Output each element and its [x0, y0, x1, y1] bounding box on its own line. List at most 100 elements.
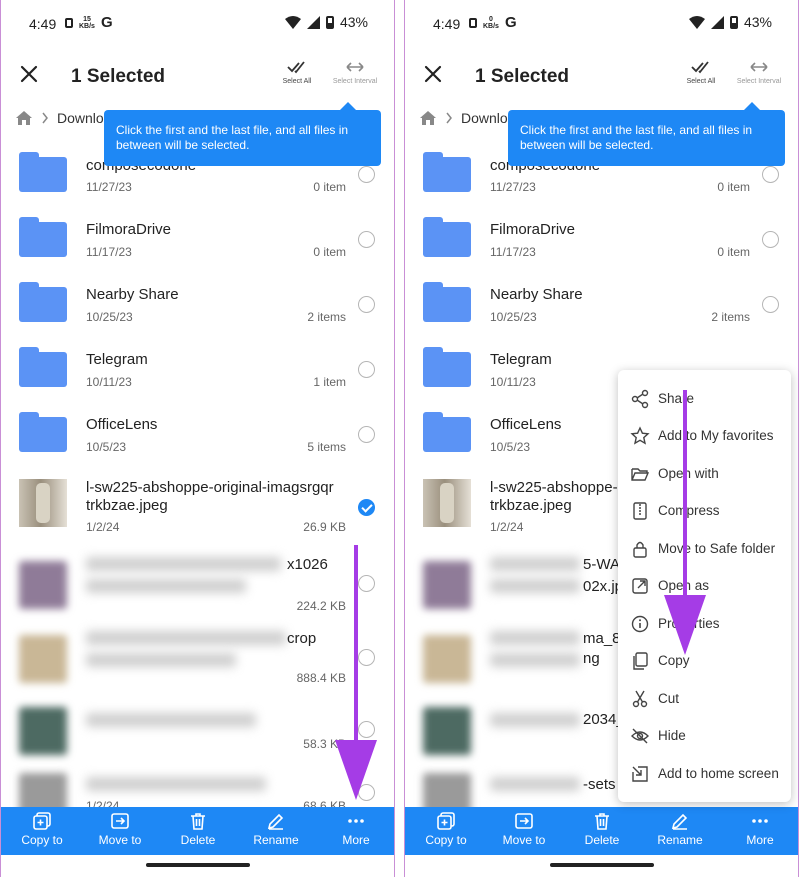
signal-icon: [306, 15, 320, 29]
interval-arrows-icon: [750, 62, 768, 72]
select-checkbox[interactable]: [358, 361, 375, 378]
list-item[interactable]: Nearby Share 10/25/23 2 items: [405, 272, 798, 337]
sim-icon: [469, 17, 477, 28]
open-external-icon: [632, 577, 648, 594]
list-item[interactable]: FilmoraDrive 11/17/23 0 item: [1, 207, 394, 272]
selection-toolbar: 1 Selected Select All Select Interval: [1, 56, 394, 100]
file-date: 11/17/23: [490, 245, 536, 259]
status-right: 43%: [688, 14, 772, 30]
file-size: 5 items: [307, 440, 346, 454]
home-indicator: [146, 863, 250, 867]
more-button[interactable]: More: [317, 811, 394, 847]
home-icon[interactable]: [419, 110, 437, 126]
file-name-line2: trkbzae.jpeg: [490, 497, 572, 514]
rename-label: Rename: [253, 833, 299, 847]
move-to-button[interactable]: Move to: [81, 811, 159, 847]
move-to-icon: [515, 813, 533, 829]
close-icon[interactable]: [15, 60, 43, 88]
select-checkbox[interactable]: [762, 231, 779, 248]
status-icons: 0 KB/s G: [469, 14, 517, 31]
copy-to-button[interactable]: Copy to: [407, 811, 485, 847]
select-checkbox[interactable]: [762, 296, 779, 313]
select-all-button[interactable]: Select All: [267, 60, 327, 85]
selection-count-title: 1 Selected: [71, 66, 165, 87]
bottom-action-bar: Copy to Move to Delete Rename More: [405, 807, 798, 855]
file-name: OfficeLens: [86, 416, 158, 433]
file-name-line1: l-sw225-abshoppe-: [490, 479, 618, 496]
file-name-fragment: ma_8: [583, 630, 621, 647]
star-icon: [630, 425, 650, 445]
menu-item-cut[interactable]: Cut: [618, 680, 791, 717]
menu-item-add-home-screen[interactable]: Add to home screen: [618, 755, 791, 792]
double-check-icon: [287, 61, 305, 74]
select-checkbox-checked[interactable]: [358, 499, 375, 516]
blurred-name: [490, 777, 580, 791]
file-date: 1/2/24: [86, 520, 120, 534]
home-icon[interactable]: [15, 110, 33, 126]
battery-icon: [729, 15, 738, 29]
copy-to-icon: [33, 812, 51, 830]
list-item[interactable]: Nearby Share 10/25/23 2 items: [1, 272, 394, 337]
image-thumbnail: [19, 635, 67, 683]
rename-button[interactable]: Rename: [237, 811, 315, 847]
file-name-fragment: crop: [287, 630, 317, 647]
interval-arrows-icon: [346, 62, 364, 72]
file-date: 1/2/24: [490, 520, 524, 534]
file-date: 10/5/23: [86, 440, 127, 454]
list-item-selected[interactable]: l-sw225-abshoppe-original-imagsrgqr trkb…: [1, 467, 394, 547]
image-thumbnail: [19, 479, 67, 527]
more-button[interactable]: More: [721, 811, 798, 847]
network-speed: 0 KB/s: [483, 15, 499, 30]
list-item[interactable]: OfficeLens 10/5/23 5 items: [1, 402, 394, 467]
google-icon: G: [504, 14, 517, 31]
file-name: Nearby Share: [490, 286, 583, 303]
move-to-icon: [111, 813, 129, 829]
chevron-right-icon: [446, 112, 452, 124]
move-to-label: Move to: [502, 833, 546, 847]
image-thumbnail: [423, 635, 471, 683]
copy-to-label: Copy to: [21, 833, 63, 847]
status-time: 4:49: [29, 16, 57, 32]
status-right: 43%: [284, 14, 368, 30]
file-date: 11/27/23: [490, 180, 536, 194]
delete-button[interactable]: Delete: [563, 811, 641, 847]
select-checkbox[interactable]: [358, 426, 375, 443]
blurred-name: [490, 713, 580, 727]
lock-icon: [633, 541, 647, 558]
menu-item-hide[interactable]: Hide: [618, 717, 791, 754]
file-date: 10/11/23: [86, 375, 132, 389]
annotation-arrow-icon: [335, 545, 377, 800]
move-to-label: Move to: [98, 833, 142, 847]
select-checkbox[interactable]: [762, 166, 779, 183]
file-size: 0 item: [313, 245, 346, 259]
delete-button[interactable]: Delete: [159, 811, 237, 847]
blurred-name: [86, 653, 236, 667]
battery-icon: [325, 15, 334, 29]
select-checkbox[interactable]: [358, 296, 375, 313]
select-interval-button[interactable]: Select Interval: [325, 60, 385, 85]
select-all-button[interactable]: Select All: [671, 60, 731, 85]
eye-off-icon: [631, 728, 649, 743]
image-thumbnail: [19, 707, 67, 755]
status-bar: 4:49 15 KB/s G 43%: [1, 0, 394, 48]
more-label: More: [342, 833, 370, 847]
folder-icon: [423, 347, 471, 387]
list-item[interactable]: Telegram 10/11/23 1 item: [1, 337, 394, 402]
select-interval-button[interactable]: Select Interval: [729, 60, 789, 85]
network-speed: 15 KB/s: [79, 15, 95, 30]
select-checkbox[interactable]: [358, 166, 375, 183]
status-time: 4:49: [433, 16, 461, 32]
select-all-label: Select All: [686, 78, 716, 85]
copy-to-button[interactable]: Copy to: [3, 811, 81, 847]
select-checkbox[interactable]: [358, 231, 375, 248]
file-size: 0 item: [313, 180, 346, 194]
move-to-button[interactable]: Move to: [485, 811, 563, 847]
list-item[interactable]: FilmoraDrive 11/17/23 0 item: [405, 207, 798, 272]
blurred-name: [86, 579, 246, 593]
chevron-right-icon: [42, 112, 48, 124]
close-icon[interactable]: [419, 60, 447, 88]
folder-icon: [19, 217, 67, 257]
zip-icon: [633, 501, 647, 520]
rename-button[interactable]: Rename: [641, 811, 719, 847]
blurred-name: [86, 713, 256, 727]
